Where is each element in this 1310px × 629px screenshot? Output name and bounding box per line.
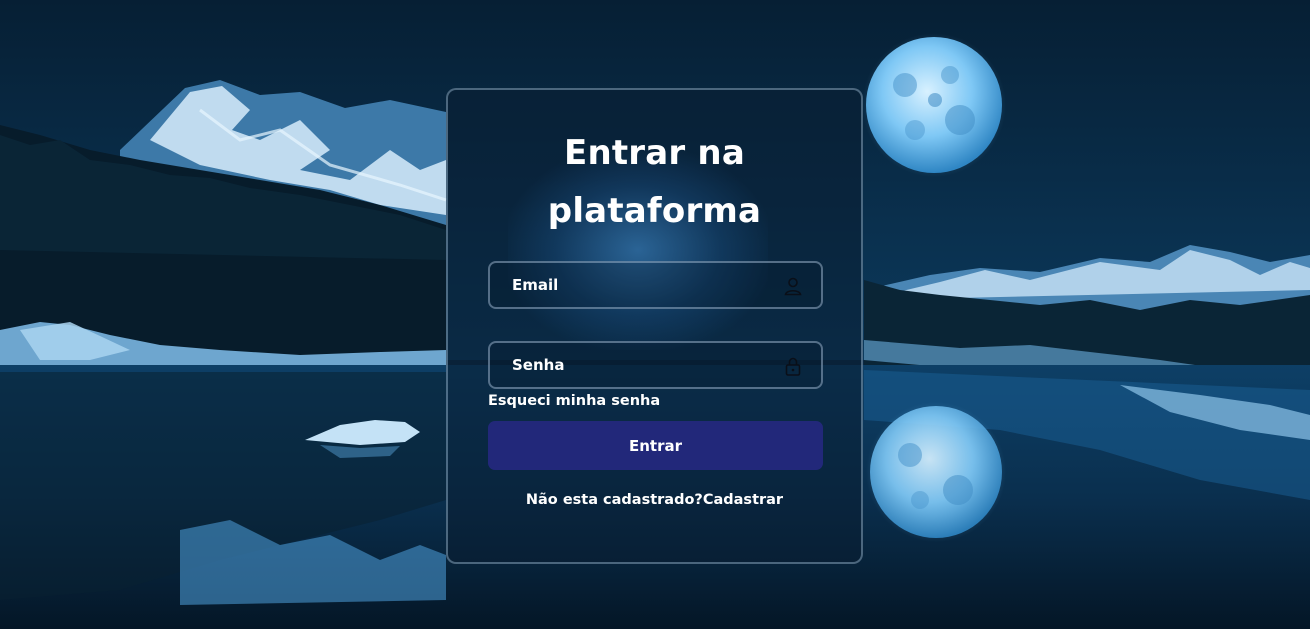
user-icon bbox=[784, 277, 802, 296]
password-field[interactable] bbox=[488, 341, 823, 389]
lock-icon bbox=[785, 357, 801, 376]
title-line-1: Entrar na bbox=[564, 133, 745, 173]
signup-prompt: Não esta cadastrado?Cadastrar bbox=[448, 492, 861, 508]
title-line-2: plataforma bbox=[547, 191, 762, 231]
forgot-password-link[interactable]: Esqueci minha senha bbox=[488, 393, 660, 409]
email-input[interactable] bbox=[512, 263, 772, 307]
login-button[interactable]: Entrar bbox=[488, 421, 823, 470]
signup-prompt-text: Não esta cadastrado? bbox=[525, 492, 703, 508]
password-input[interactable] bbox=[512, 343, 772, 387]
page-title: Entrar na plataforma bbox=[448, 124, 861, 240]
login-page: Entrar na plataforma Esqueci minha senha… bbox=[0, 0, 1310, 629]
signup-link[interactable]: Cadastrar bbox=[703, 492, 783, 508]
login-card: Entrar na plataforma Esqueci minha senha… bbox=[446, 88, 863, 564]
email-field[interactable] bbox=[488, 261, 823, 309]
